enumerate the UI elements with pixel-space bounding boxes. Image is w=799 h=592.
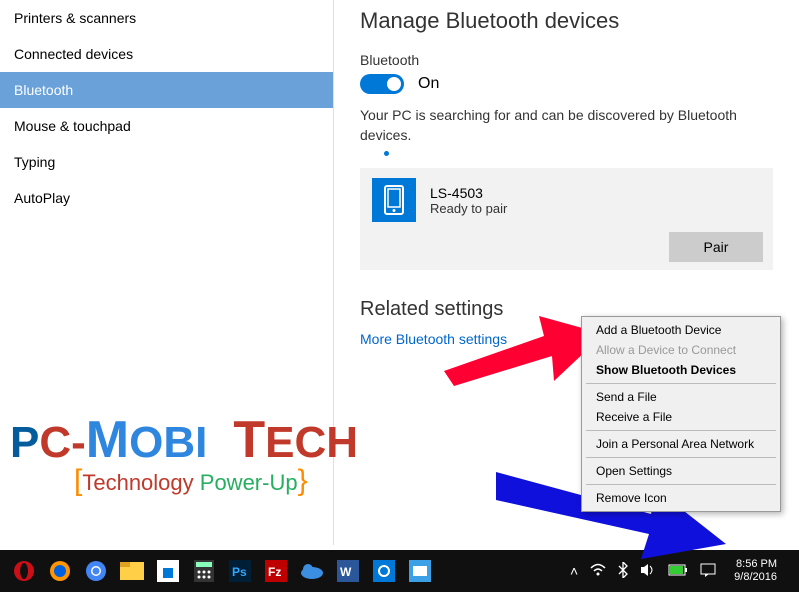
clock-time: 8:56 PM	[734, 558, 777, 571]
taskbar-app-store[interactable]	[151, 554, 185, 588]
device-card[interactable]: LS-4503 Ready to pair Pair	[360, 168, 773, 270]
taskbar-app-chrome[interactable]	[79, 554, 113, 588]
menu-separator	[586, 383, 776, 384]
tray-action-center-icon[interactable]	[700, 563, 716, 580]
menu-add-device[interactable]: Add a Bluetooth Device	[582, 320, 780, 340]
menu-send-file[interactable]: Send a File	[582, 387, 780, 407]
device-name: LS-4503	[430, 185, 507, 201]
toggle-state-label: On	[418, 75, 439, 93]
taskbar-app-firefox[interactable]	[43, 554, 77, 588]
taskbar-app-generic[interactable]	[403, 554, 437, 588]
menu-show-devices[interactable]: Show Bluetooth Devices	[582, 360, 780, 380]
taskbar-app-cloud[interactable]	[295, 554, 329, 588]
tray-overflow-icon[interactable]: ˄	[570, 563, 578, 579]
searching-spinner-icon	[384, 151, 389, 156]
bluetooth-tray-context-menu: Add a Bluetooth Device Allow a Device to…	[581, 316, 781, 512]
menu-separator	[586, 457, 776, 458]
svg-text:W: W	[340, 565, 352, 579]
taskbar-app-word[interactable]: W	[331, 554, 365, 588]
taskbar-app-calculator[interactable]	[187, 554, 221, 588]
sidebar-item-autoplay[interactable]: AutoPlay	[0, 180, 333, 216]
annotation-arrow-red	[444, 316, 604, 386]
tray-volume-icon[interactable]	[640, 563, 656, 580]
sidebar-item-typing[interactable]: Typing	[0, 144, 333, 180]
sidebar-item-mouse-touchpad[interactable]: Mouse & touchpad	[0, 108, 333, 144]
taskbar-clock[interactable]: 8:56 PM 9/8/2016	[728, 558, 783, 584]
menu-remove-icon[interactable]: Remove Icon	[582, 488, 780, 508]
sidebar-item-bluetooth[interactable]: Bluetooth	[0, 72, 333, 108]
taskbar-app-settings[interactable]	[367, 554, 401, 588]
sidebar-item-connected-devices[interactable]: Connected devices	[0, 36, 333, 72]
device-status: Ready to pair	[430, 201, 507, 216]
bluetooth-toggle[interactable]	[360, 74, 404, 94]
taskbar-app-explorer[interactable]	[115, 554, 149, 588]
tray-wifi-icon[interactable]	[590, 563, 606, 580]
menu-separator	[586, 430, 776, 431]
search-status-text: Your PC is searching for and can be disc…	[360, 106, 773, 145]
menu-allow-connect: Allow a Device to Connect	[582, 340, 780, 360]
bluetooth-label: Bluetooth	[360, 52, 773, 68]
page-title: Manage Bluetooth devices	[360, 8, 773, 34]
pair-button[interactable]: Pair	[669, 232, 763, 262]
settings-sidebar: Printers & scanners Connected devices Bl…	[0, 0, 334, 545]
tray-bluetooth-icon[interactable]	[618, 562, 628, 581]
menu-open-settings[interactable]: Open Settings	[582, 461, 780, 481]
tray-battery-icon[interactable]	[668, 563, 688, 579]
taskbar-app-photoshop[interactable]: Ps	[223, 554, 257, 588]
taskbar-app-opera[interactable]	[7, 554, 41, 588]
svg-text:Ps: Ps	[232, 565, 247, 579]
clock-date: 9/8/2016	[734, 571, 777, 584]
taskbar-app-filezilla[interactable]: Fz	[259, 554, 293, 588]
sidebar-item-printers[interactable]: Printers & scanners	[0, 0, 333, 36]
menu-join-pan[interactable]: Join a Personal Area Network	[582, 434, 780, 454]
svg-text:Fz: Fz	[268, 565, 281, 579]
phone-icon	[372, 178, 416, 222]
menu-receive-file[interactable]: Receive a File	[582, 407, 780, 427]
menu-separator	[586, 484, 776, 485]
